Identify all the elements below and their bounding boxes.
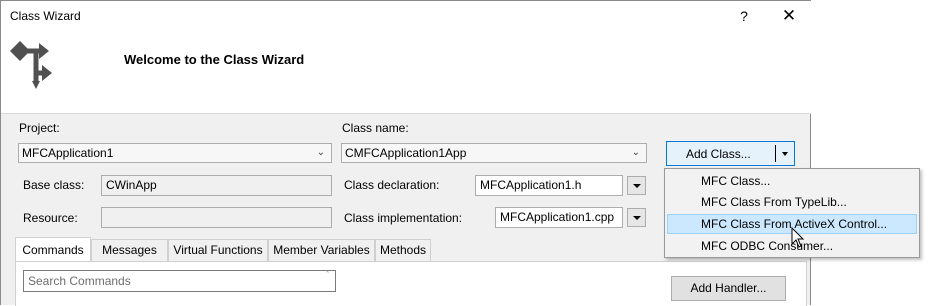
tab-messages[interactable]: Messages: [91, 239, 168, 261]
add-class-button[interactable]: Add Class...: [666, 141, 795, 166]
project-select[interactable]: MFCApplication1 ⌄: [18, 143, 332, 163]
collapse-caret-icon: ˆ: [326, 270, 329, 280]
chevron-down-icon: ⌄: [316, 147, 325, 158]
tab-methods[interactable]: Methods: [375, 239, 431, 261]
tab-virtual-functions[interactable]: Virtual Functions: [168, 239, 268, 261]
resource-field: [101, 207, 332, 228]
project-label: Project:: [19, 121, 60, 135]
base-class-field: CWinApp: [101, 175, 332, 196]
tab-member-variables[interactable]: Member Variables: [268, 239, 375, 261]
class-declaration-field[interactable]: MFCApplication1.h: [475, 175, 623, 196]
class-wizard-window: Class Wizard ? ✕ Welcome to the Class Wi…: [0, 0, 811, 306]
class-name-value: CMFCApplication1App: [345, 146, 467, 160]
resource-label: Resource:: [23, 211, 78, 225]
add-class-label: Add Class...: [686, 147, 751, 161]
tab-commands[interactable]: Commands: [15, 237, 91, 261]
class-wizard-icon: [10, 41, 52, 89]
class-declaration-label: Class declaration:: [344, 178, 440, 192]
search-input[interactable]: Search Commands ˆ: [23, 270, 336, 292]
class-name-select[interactable]: CMFCApplication1App ⌄: [341, 143, 647, 163]
class-implementation-dropdown-button[interactable]: [627, 208, 646, 227]
dropdown-arrow-icon[interactable]: [782, 152, 788, 156]
mouse-cursor-icon: [791, 227, 805, 248]
help-button[interactable]: ?: [734, 6, 754, 26]
class-implementation-label: Class implementation:: [344, 211, 463, 225]
class-name-label: Class name:: [342, 121, 409, 135]
class-declaration-dropdown-button[interactable]: [627, 176, 646, 195]
menu-item-mfc-class-from-typelib[interactable]: MFC Class From TypeLib...: [667, 192, 917, 212]
title-bar: Class Wizard ? ✕: [1, 1, 811, 33]
page-title: Welcome to the Class Wizard: [124, 52, 305, 67]
add-handler-button[interactable]: Add Handler...: [671, 276, 786, 301]
split-divider: [775, 145, 776, 162]
project-value: MFCApplication1: [22, 146, 114, 160]
close-button[interactable]: ✕: [777, 6, 801, 26]
class-implementation-field[interactable]: MFCApplication1.cpp: [495, 207, 623, 228]
base-class-label: Base class:: [23, 178, 85, 192]
wizard-header: Welcome to the Class Wizard: [1, 33, 811, 114]
menu-item-mfc-class[interactable]: MFC Class...: [667, 171, 917, 191]
window-title: Class Wizard: [10, 9, 81, 23]
search-placeholder: Search Commands: [28, 274, 131, 288]
chevron-down-icon: ⌄: [631, 147, 640, 158]
